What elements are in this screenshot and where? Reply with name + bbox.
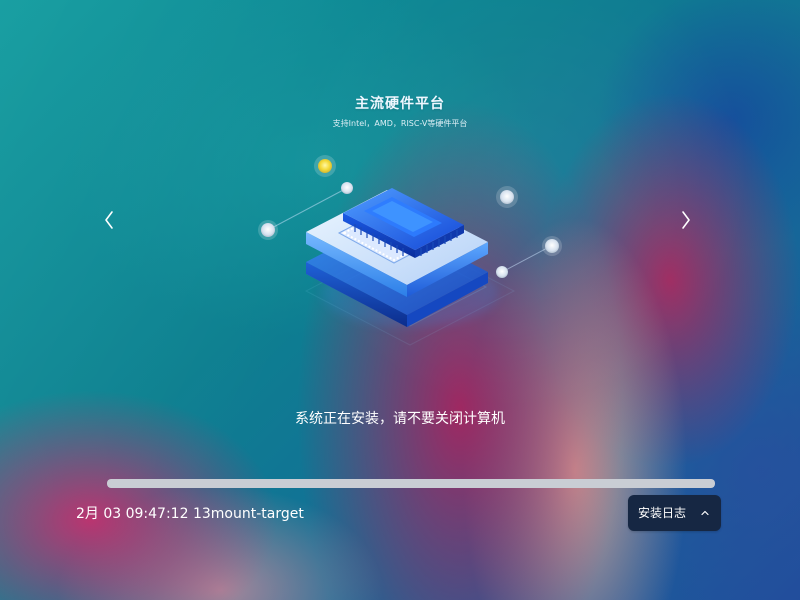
installation-progress-bar	[107, 479, 715, 488]
install-log-button-label: 安装日志	[638, 506, 687, 520]
chip-illustration-svg	[258, 155, 562, 346]
network-node-left	[258, 220, 278, 240]
previous-slide-button[interactable]	[98, 204, 120, 236]
network-node-left-top	[341, 182, 353, 194]
installer-screen: 主流硬件平台 支持Intel，AMD，RISC-V等硬件平台 系统正在安装，请不…	[0, 0, 800, 600]
network-node-right-bottom	[496, 266, 508, 278]
next-slide-button[interactable]	[675, 204, 697, 236]
chevron-right-icon	[682, 211, 690, 229]
chevron-left-icon	[105, 211, 113, 229]
latest-log-line: 2月 03 09:47:12 13mount-target	[76, 506, 304, 522]
installation-status-text: 系统正在安装，请不要关闭计算机	[295, 411, 505, 427]
slide-header: 主流硬件平台 支持Intel，AMD，RISC-V等硬件平台	[0, 94, 800, 129]
hardware-illustration	[240, 150, 580, 370]
slide-subtitle: 支持Intel，AMD，RISC-V等硬件平台	[332, 119, 468, 128]
network-node-right	[542, 236, 562, 256]
network-node-yellow	[314, 155, 336, 177]
chevron-up-icon	[701, 510, 709, 516]
install-log-button[interactable]: 安装日志	[628, 495, 721, 531]
installation-progress-fill	[107, 479, 715, 488]
network-node-right-top	[496, 186, 518, 208]
slide-title: 主流硬件平台	[355, 96, 445, 112]
